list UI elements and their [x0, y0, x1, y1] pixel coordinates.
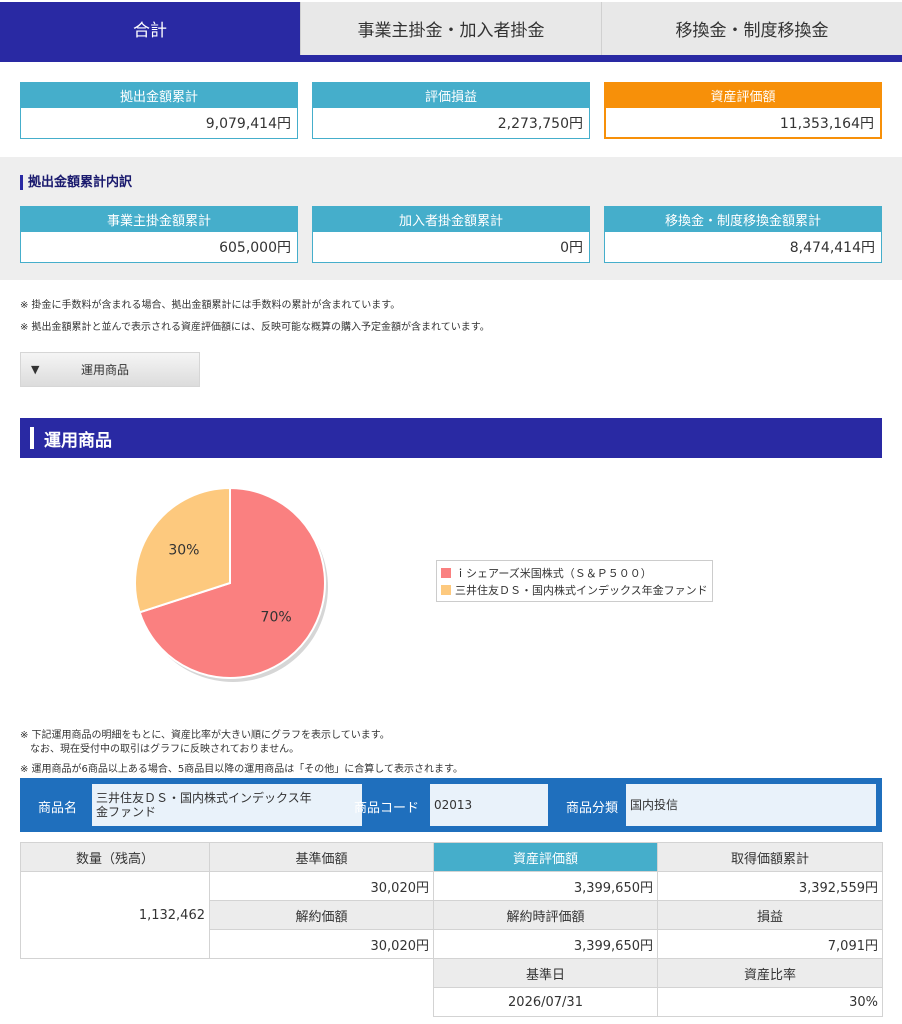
contribution-total-value: 9,079,414円 [20, 108, 298, 139]
product-category-label: 商品分類 [566, 801, 619, 816]
legend-item-0: ｉシェアーズ米国株式（Ｓ＆Ｐ５００） [441, 564, 708, 581]
tab-total[interactable]: 合計 [0, 2, 300, 55]
cancel-value-value: 3,399,650円 [433, 929, 658, 959]
product-name-line2: 金ファンド [96, 805, 157, 819]
employer-total-value: 605,000円 [20, 232, 298, 263]
pie-svg: 70% 30% [134, 486, 328, 682]
product-category-value: 国内投信 [626, 784, 876, 826]
blank-cell [20, 958, 210, 988]
triangle-down-icon: ▼ [31, 363, 40, 376]
valuation-gain-box: 評価損益 2,273,750円 [312, 82, 590, 139]
pnl-value: 7,091円 [657, 929, 883, 959]
tab-underline [0, 55, 902, 62]
member-total-value: 0円 [312, 232, 590, 263]
asset-value-col-label: 資産評価額 [433, 842, 658, 872]
tab-total-label: 合計 [133, 21, 167, 41]
breakdown-title: 拠出金額累計内訳 [20, 175, 132, 190]
legend-swatch-1 [441, 584, 451, 595]
legend-item-1: 三井住友ＤＳ・国内株式インデックス年金ファンド [441, 581, 708, 598]
acquisition-total-value: 3,392,559円 [657, 871, 883, 901]
blank-cell [209, 987, 434, 1017]
tab-transfer[interactable]: 移換金・制度移換金 [601, 2, 902, 55]
quantity-label: 数量（残高） [20, 842, 210, 872]
quantity-value: 1,132,462 [20, 871, 210, 959]
transfer-total-value: 8,474,414円 [604, 232, 882, 263]
valuation-gain-label: 評価損益 [312, 82, 590, 108]
tab-employer-member-label: 事業主掛金・加入者掛金 [357, 21, 545, 41]
product-name-value: 三井住友ＤＳ・国内株式インデックス年 金ファンド [92, 784, 362, 826]
note-pending: なお、現在受付中の取引はグラフに反映されておりません。 [20, 744, 300, 755]
base-price-label: 基準価額 [209, 842, 434, 872]
asset-value-box: 資産評価額 11,353,164円 [604, 82, 882, 139]
base-date-label: 基準日 [433, 958, 658, 988]
product-name-label: 商品名 [38, 801, 78, 816]
member-total-label: 加入者掛金額累計 [312, 206, 590, 232]
pnl-label: 損益 [657, 900, 883, 930]
contribution-total-label: 拠出金額累計 [20, 82, 298, 108]
cancel-value-label: 解約時評価額 [433, 900, 658, 930]
acquisition-total-label: 取得価額累計 [657, 842, 883, 872]
asset-ratio-value: 30% [657, 987, 883, 1017]
valuation-gain-value: 2,273,750円 [312, 108, 590, 139]
base-price-value: 30,020円 [209, 871, 434, 901]
section-title-bar: 運用商品 [20, 418, 882, 458]
legend-label-1: 三井住友ＤＳ・国内株式インデックス年金ファンド [455, 583, 708, 597]
product-code-label: 商品コード [354, 801, 420, 816]
blank-cell [20, 987, 210, 1017]
employer-total-box: 事業主掛金額累計 605,000円 [20, 206, 298, 263]
asset-ratio-label: 資産比率 [657, 958, 883, 988]
legend-label-0: ｉシェアーズ米国株式（Ｓ＆Ｐ５００） [455, 566, 652, 580]
product-info-bar: 商品名 三井住友ＤＳ・国内株式インデックス年 金ファンド 商品コード 02013… [20, 778, 882, 832]
tab-employer-member[interactable]: 事業主掛金・加入者掛金 [300, 2, 601, 55]
blank-cell [209, 958, 434, 988]
note-other: ※ 運用商品が6商品以上ある場合、5商品目以降の運用商品は「その他」に合算して表… [20, 764, 463, 775]
asset-value-label: 資産評価額 [604, 82, 882, 108]
cancel-price-value: 30,020円 [209, 929, 434, 959]
legend-swatch-0 [441, 567, 451, 578]
allocation-pie-chart: 70% 30% [130, 480, 340, 690]
tab-transfer-label: 移換金・制度移換金 [675, 21, 829, 41]
section-marker [30, 427, 34, 449]
transfer-total-box: 移換金・制度移換金額累計 8,474,414円 [604, 206, 882, 263]
section-title: 運用商品 [44, 430, 112, 451]
contribution-total-box: 拠出金額累計 9,079,414円 [20, 82, 298, 139]
note-purchase: ※ 拠出金額累計と並んで表示される資産評価額には、反映可能な概算の購入予定金額が… [20, 322, 490, 333]
cancel-price-label: 解約価額 [209, 900, 434, 930]
pie-slice-label-1: 30% [168, 542, 199, 558]
note-fee: ※ 掛金に手数料が含まれる場合、拠出金額累計には手数料の累計が含まれています。 [20, 300, 401, 311]
transfer-total-label: 移換金・制度移換金額累計 [604, 206, 882, 232]
base-date-value: 2026/07/31 [433, 987, 658, 1017]
asset-value-col-value: 3,399,650円 [433, 871, 658, 901]
pie-slice-label-0: 70% [261, 610, 292, 626]
note-chart-order: ※ 下記運用商品の明細をもとに、資産比率が大きい順にグラフを表示しています。 [20, 730, 390, 741]
product-code-value: 02013 [430, 784, 548, 826]
products-toggle-button[interactable]: ▼ 運用商品 [20, 352, 200, 387]
product-detail-table: 数量（残高） 基準価額 資産評価額 取得価額累計 1,132,462 30,02… [20, 842, 883, 1017]
member-total-box: 加入者掛金額累計 0円 [312, 206, 590, 263]
employer-total-label: 事業主掛金額累計 [20, 206, 298, 232]
asset-value-value: 11,353,164円 [604, 108, 882, 139]
tab-bar: 合計 事業主掛金・加入者掛金 移換金・制度移換金 [0, 0, 902, 62]
chart-legend: ｉシェアーズ米国株式（Ｓ＆Ｐ５００） 三井住友ＤＳ・国内株式インデックス年金ファン… [436, 560, 713, 602]
product-name-line1: 三井住友ＤＳ・国内株式インデックス年 [96, 791, 312, 805]
products-toggle-label: 運用商品 [81, 363, 130, 377]
